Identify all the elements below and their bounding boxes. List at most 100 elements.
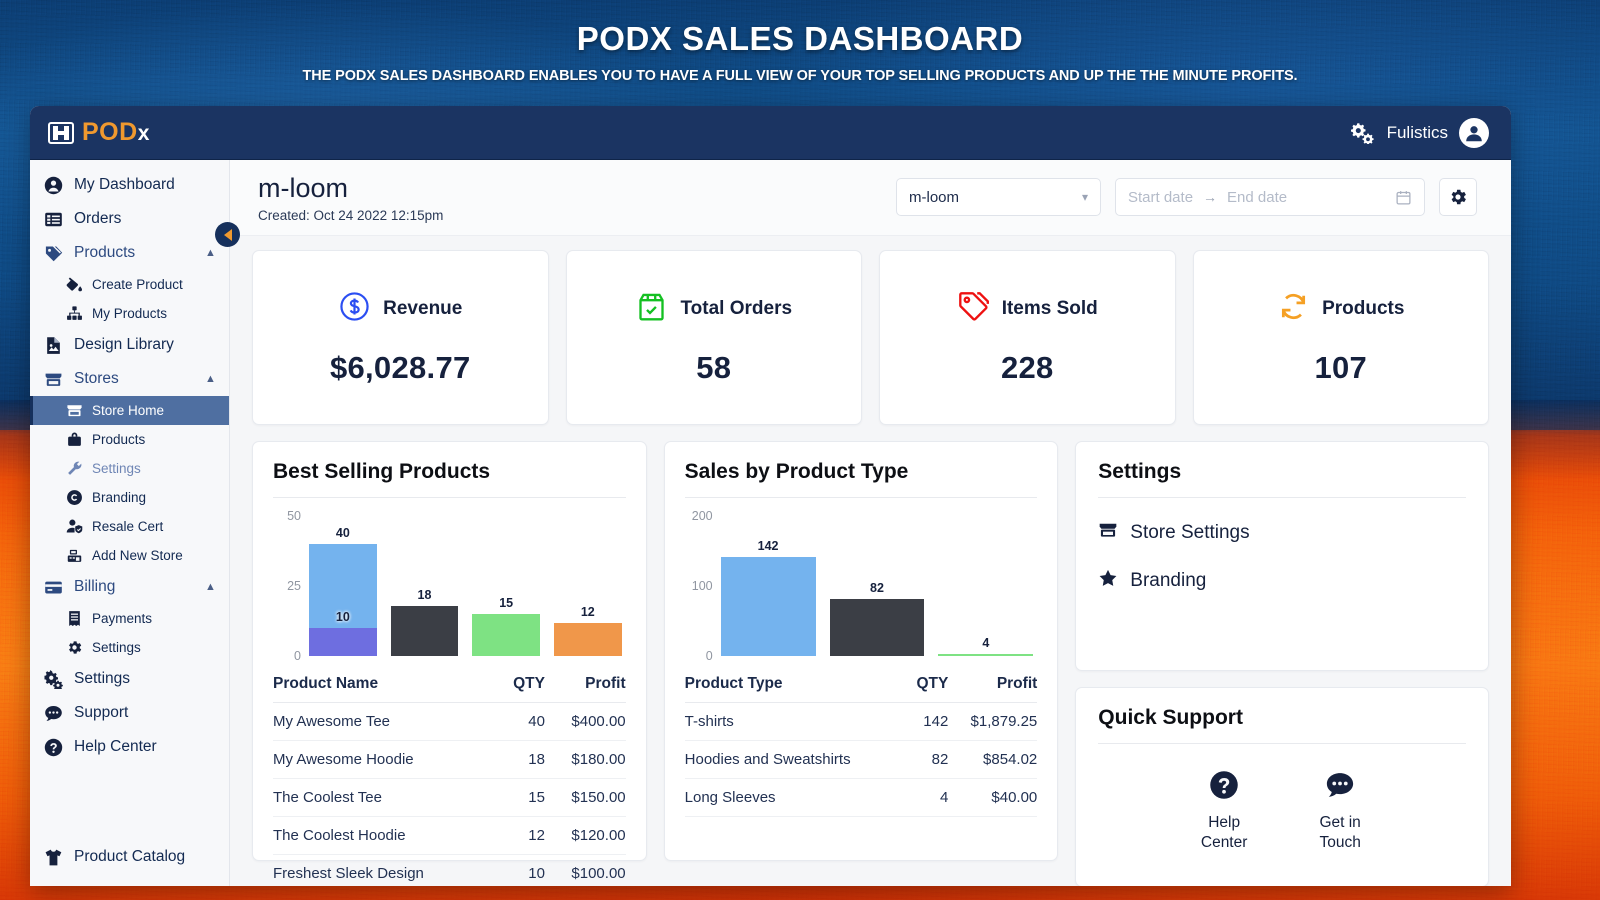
bar-value-label: 40 <box>335 526 350 541</box>
sidebar-item-stores[interactable]: Stores ▲ <box>30 362 229 396</box>
table-row[interactable]: My Awesome Tee 40 $400.00 <box>273 702 626 742</box>
table-cell: 82 <box>905 740 949 780</box>
sidebar-item-resale-cert[interactable]: Resale Cert <box>30 512 229 541</box>
store-select[interactable]: m-loom ▾ <box>896 178 1101 216</box>
quick-support-title: Quick Support <box>1098 706 1243 730</box>
stat-value: $6,028.77 <box>329 349 471 385</box>
header-settings-button[interactable] <box>1439 178 1477 216</box>
chevron-up-icon[interactable]: ▲ <box>205 581 219 593</box>
sales-by-type-chart: 0 100 200 142 82 4 <box>685 509 1038 663</box>
table-cell: $854.02 <box>948 740 1038 780</box>
table-row[interactable]: Long Sleeves 4 $40.00 <box>684 778 1038 818</box>
logo-text-x: x <box>137 122 150 145</box>
sidebar-item-payments[interactable]: Payments <box>30 604 229 633</box>
sidebar-item-branding[interactable]: Branding <box>30 483 229 512</box>
bar-column[interactable]: 18 <box>390 516 459 657</box>
sidebar-collapse-button[interactable] <box>215 222 240 247</box>
stat-card-products: Products 107 <box>1192 250 1489 426</box>
sidebar-item-billing[interactable]: Billing ▲ <box>30 570 229 604</box>
cash-register-icon <box>66 547 83 564</box>
bar-column[interactable]: 40 10 <box>309 516 377 657</box>
date-range-picker[interactable]: Start date → End date <box>1115 178 1425 216</box>
support-item-get-in[interactable]: Get in Touch <box>1302 770 1378 852</box>
end-date-input[interactable]: End date <box>1227 189 1287 206</box>
table-cell: $120.00 <box>544 816 626 856</box>
settings-link-branding[interactable]: Branding <box>1098 568 1466 594</box>
column-header: Profit <box>948 666 1038 704</box>
stat-card-revenue: Revenue $6,028.77 <box>252 250 549 426</box>
sidebar-item-settings[interactable]: Settings <box>30 662 229 696</box>
bar-column[interactable]: 12 <box>553 516 622 657</box>
sidebar-item-settings[interactable]: Settings <box>30 454 229 483</box>
divider <box>273 497 626 499</box>
bar-column[interactable]: 15 <box>472 516 540 657</box>
sidebar-item-settings[interactable]: Settings <box>30 633 229 662</box>
chevron-up-icon[interactable]: ▲ <box>205 373 219 385</box>
table-row[interactable]: T-shirts 142 $1,879.25 <box>684 702 1038 742</box>
sidebar-item-my-dashboard[interactable]: My Dashboard <box>30 168 229 202</box>
store-icon <box>1098 520 1118 546</box>
stat-label: Products <box>1322 297 1405 319</box>
table-row[interactable]: The Coolest Hoodie 12 $120.00 <box>273 816 626 856</box>
sidebar-item-store-home[interactable]: Store Home <box>30 396 229 425</box>
sidebar-item-create-product[interactable]: Create Product <box>30 270 229 299</box>
stat-label: Total Orders <box>680 297 793 319</box>
stat-value: 58 <box>696 349 732 385</box>
date-range-arrow-icon: → <box>1203 189 1218 205</box>
sidebar-item-label: Design Library <box>74 336 174 353</box>
chevron-up-icon[interactable]: ▲ <box>205 247 219 259</box>
sidebar-item-design-library[interactable]: Design Library <box>30 328 229 362</box>
question-circle-icon <box>1209 770 1239 805</box>
question-circle-icon <box>43 737 63 757</box>
sidebar-item-label: Store Home <box>92 403 165 418</box>
bar-value-label: 15 <box>499 596 514 611</box>
best-selling-title: Best Selling Products <box>273 460 491 484</box>
box-check-icon <box>635 290 668 328</box>
table-row[interactable]: Hoodies and Sweatshirts 82 $854.02 <box>684 740 1038 780</box>
sidebar-item-support[interactable]: Support <box>30 696 229 730</box>
sidebar-item-label: Settings <box>92 640 141 655</box>
stat-value: 228 <box>1000 349 1054 385</box>
sidebar-item-my-products[interactable]: My Products <box>30 299 229 328</box>
bar-column[interactable]: 82 <box>829 516 925 657</box>
bar-overlay-segment <box>309 628 377 657</box>
user-name[interactable]: Fulistics <box>1387 123 1448 143</box>
sidebar-item-orders[interactable]: Orders <box>30 202 229 236</box>
bar-segment <box>553 622 622 657</box>
user-shield-icon <box>66 518 83 535</box>
podx-logo[interactable]: PODx <box>48 118 150 147</box>
sales-by-product-type-panel: Sales by Product Type 0 100 200 142 82 4 Prod… <box>663 441 1059 862</box>
sidebar-item-help-center[interactable]: Help Center <box>30 730 229 764</box>
sidebar-item-add-new-store[interactable]: Add New Store <box>30 541 229 570</box>
bar-column[interactable]: 142 <box>720 516 816 657</box>
bar-column[interactable]: 4 <box>938 516 1034 657</box>
bar-overlay-label: 10 <box>335 610 350 625</box>
table-row[interactable]: Freshest Sleek Design 10 $100.00 <box>273 854 626 886</box>
sidebar-item-products[interactable]: Products ▲ <box>30 236 229 270</box>
gear-icon <box>66 639 83 656</box>
start-date-input[interactable]: Start date <box>1128 189 1193 206</box>
table-row[interactable]: The Coolest Tee 15 $150.00 <box>273 778 626 818</box>
banner-subtitle: THE PODX SALES DASHBOARD ENABLES YOU TO … <box>302 68 1298 84</box>
best-selling-products-panel: Best Selling Products 0 25 50 40 10 18 15 12 Pr… <box>252 441 647 886</box>
sidebar-item-products[interactable]: Products <box>30 425 229 454</box>
column-header: QTY <box>905 666 949 704</box>
column-header: QTY <box>497 666 545 704</box>
chart-plot-area: 142 82 4 <box>720 516 1034 657</box>
bar-segment <box>720 556 816 657</box>
stat-value: 107 <box>1314 349 1368 385</box>
settings-link-store-settings[interactable]: Store Settings <box>1098 520 1466 546</box>
support-item-help[interactable]: Help Center <box>1186 770 1262 852</box>
y-axis-tick: 25 <box>287 579 301 594</box>
table-cell: Hoodies and Sweatshirts <box>684 740 906 780</box>
user-avatar-icon[interactable] <box>1459 117 1489 148</box>
storefront-icon <box>66 402 83 419</box>
divider <box>1098 497 1466 499</box>
table-row[interactable]: My Awesome Hoodie 18 $180.00 <box>273 740 626 780</box>
sidebar-item-product-catalog[interactable]: Product Catalog <box>30 840 229 874</box>
right-column: Settings Store Settings Branding Quick Su… <box>1075 441 1489 886</box>
gears-icon <box>43 669 63 689</box>
gears-icon[interactable] <box>1350 122 1376 145</box>
store-select-value: m-loom <box>909 188 960 206</box>
divider <box>684 497 1038 499</box>
